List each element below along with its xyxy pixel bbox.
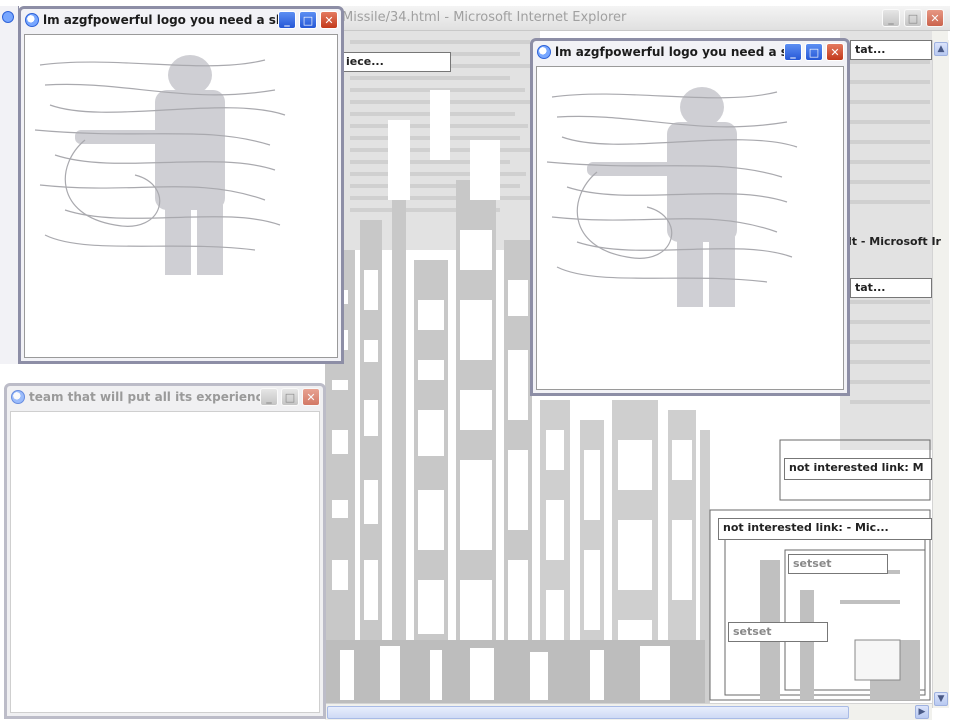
minimize-button[interactable]: _ [278, 11, 296, 29]
close-button[interactable]: ✕ [302, 388, 320, 406]
maximize-icon: □ [284, 390, 296, 404]
ie-page-icon [2, 11, 14, 23]
scroll-down-arrow-icon[interactable]: ▼ [934, 692, 948, 706]
soldier-image [546, 87, 798, 307]
main-close-button[interactable]: ✕ [926, 9, 944, 27]
popup-window-1[interactable]: lm azgfpowerful logo you need a ski... _… [18, 6, 344, 364]
close-button[interactable]: ✕ [320, 11, 338, 29]
maximize-button[interactable]: □ [281, 388, 299, 406]
popup-window-3[interactable]: team that will put all its experience...… [4, 383, 326, 719]
ghost-ie-title-fragment: lt - Microsoft Ir [848, 235, 941, 248]
ghost-window-label: tat... [855, 281, 886, 294]
close-icon: ✕ [306, 390, 316, 404]
minimize-icon: _ [888, 11, 894, 25]
ghost-window-tab-right-mid[interactable]: tat... [850, 278, 932, 298]
ghost-not-interested-window-2[interactable]: not interested link: - Mic... [718, 518, 932, 540]
popup-content [24, 34, 338, 358]
popup-title: lm azgfpowerful logo you need a ski... [43, 13, 278, 27]
ghost-window-label: setset [733, 625, 772, 638]
main-maximize-button[interactable]: □ [904, 9, 922, 27]
background-window-edge [0, 6, 19, 364]
minimize-button[interactable]: _ [260, 388, 278, 406]
ghost-window-label: iece... [346, 55, 384, 68]
close-button[interactable]: ✕ [826, 43, 844, 61]
ghost-setset-window-2[interactable]: setset [728, 622, 828, 642]
maximize-button[interactable]: □ [299, 11, 317, 29]
maximize-button[interactable]: □ [805, 43, 823, 61]
close-icon: ✕ [324, 13, 334, 27]
scroll-up-arrow-icon[interactable]: ▲ [934, 42, 948, 56]
main-vertical-scrollbar[interactable]: ▲ ▼ [932, 40, 949, 708]
ghost-window-label: not interested link: M [789, 461, 924, 474]
ghost-setset-window-1[interactable]: setset [788, 554, 888, 574]
minimize-icon: _ [266, 390, 272, 404]
horizontal-scroll-thumb[interactable] [327, 706, 849, 719]
ie-page-icon [11, 390, 25, 404]
main-horizontal-scrollbar[interactable]: ▶ [325, 703, 932, 720]
main-window-title: Missile/34.html - Microsoft Internet Exp… [342, 10, 627, 25]
maximize-icon: □ [302, 13, 314, 27]
popup-content [536, 66, 844, 390]
popup-window-2[interactable]: lm azgfpowerful logo you need a ski... _… [530, 38, 850, 396]
ghost-window-label: not interested link: - Mic... [723, 521, 889, 534]
soldier-image [34, 55, 286, 275]
scroll-right-arrow-icon[interactable]: ▶ [915, 705, 929, 719]
ghost-window-label: setset [793, 557, 832, 570]
popup-titlebar[interactable]: lm azgfpowerful logo you need a ski... _… [533, 41, 847, 63]
ie-page-icon [537, 45, 551, 59]
popup-title: team that will put all its experience... [29, 390, 260, 404]
popup-titlebar[interactable]: team that will put all its experience...… [7, 386, 323, 408]
popup-titlebar[interactable]: lm azgfpowerful logo you need a ski... _… [21, 9, 341, 31]
ghost-window-tab-left[interactable]: iece... [341, 52, 451, 72]
ghost-window-label: tat... [855, 43, 886, 56]
close-icon: ✕ [830, 45, 840, 59]
close-icon: ✕ [930, 11, 940, 25]
maximize-icon: □ [808, 45, 820, 59]
maximize-icon: □ [907, 11, 919, 25]
minimize-icon: _ [284, 13, 290, 27]
ghost-not-interested-window-1[interactable]: not interested link: M [784, 458, 932, 480]
ghost-window-tab-right-top[interactable]: tat... [850, 40, 932, 60]
ie-page-icon [25, 13, 39, 27]
popup-content [10, 411, 320, 713]
minimize-icon: _ [790, 45, 796, 59]
minimize-button[interactable]: _ [784, 43, 802, 61]
popup-title: lm azgfpowerful logo you need a ski... [555, 45, 784, 59]
main-minimize-button[interactable]: _ [882, 9, 900, 27]
